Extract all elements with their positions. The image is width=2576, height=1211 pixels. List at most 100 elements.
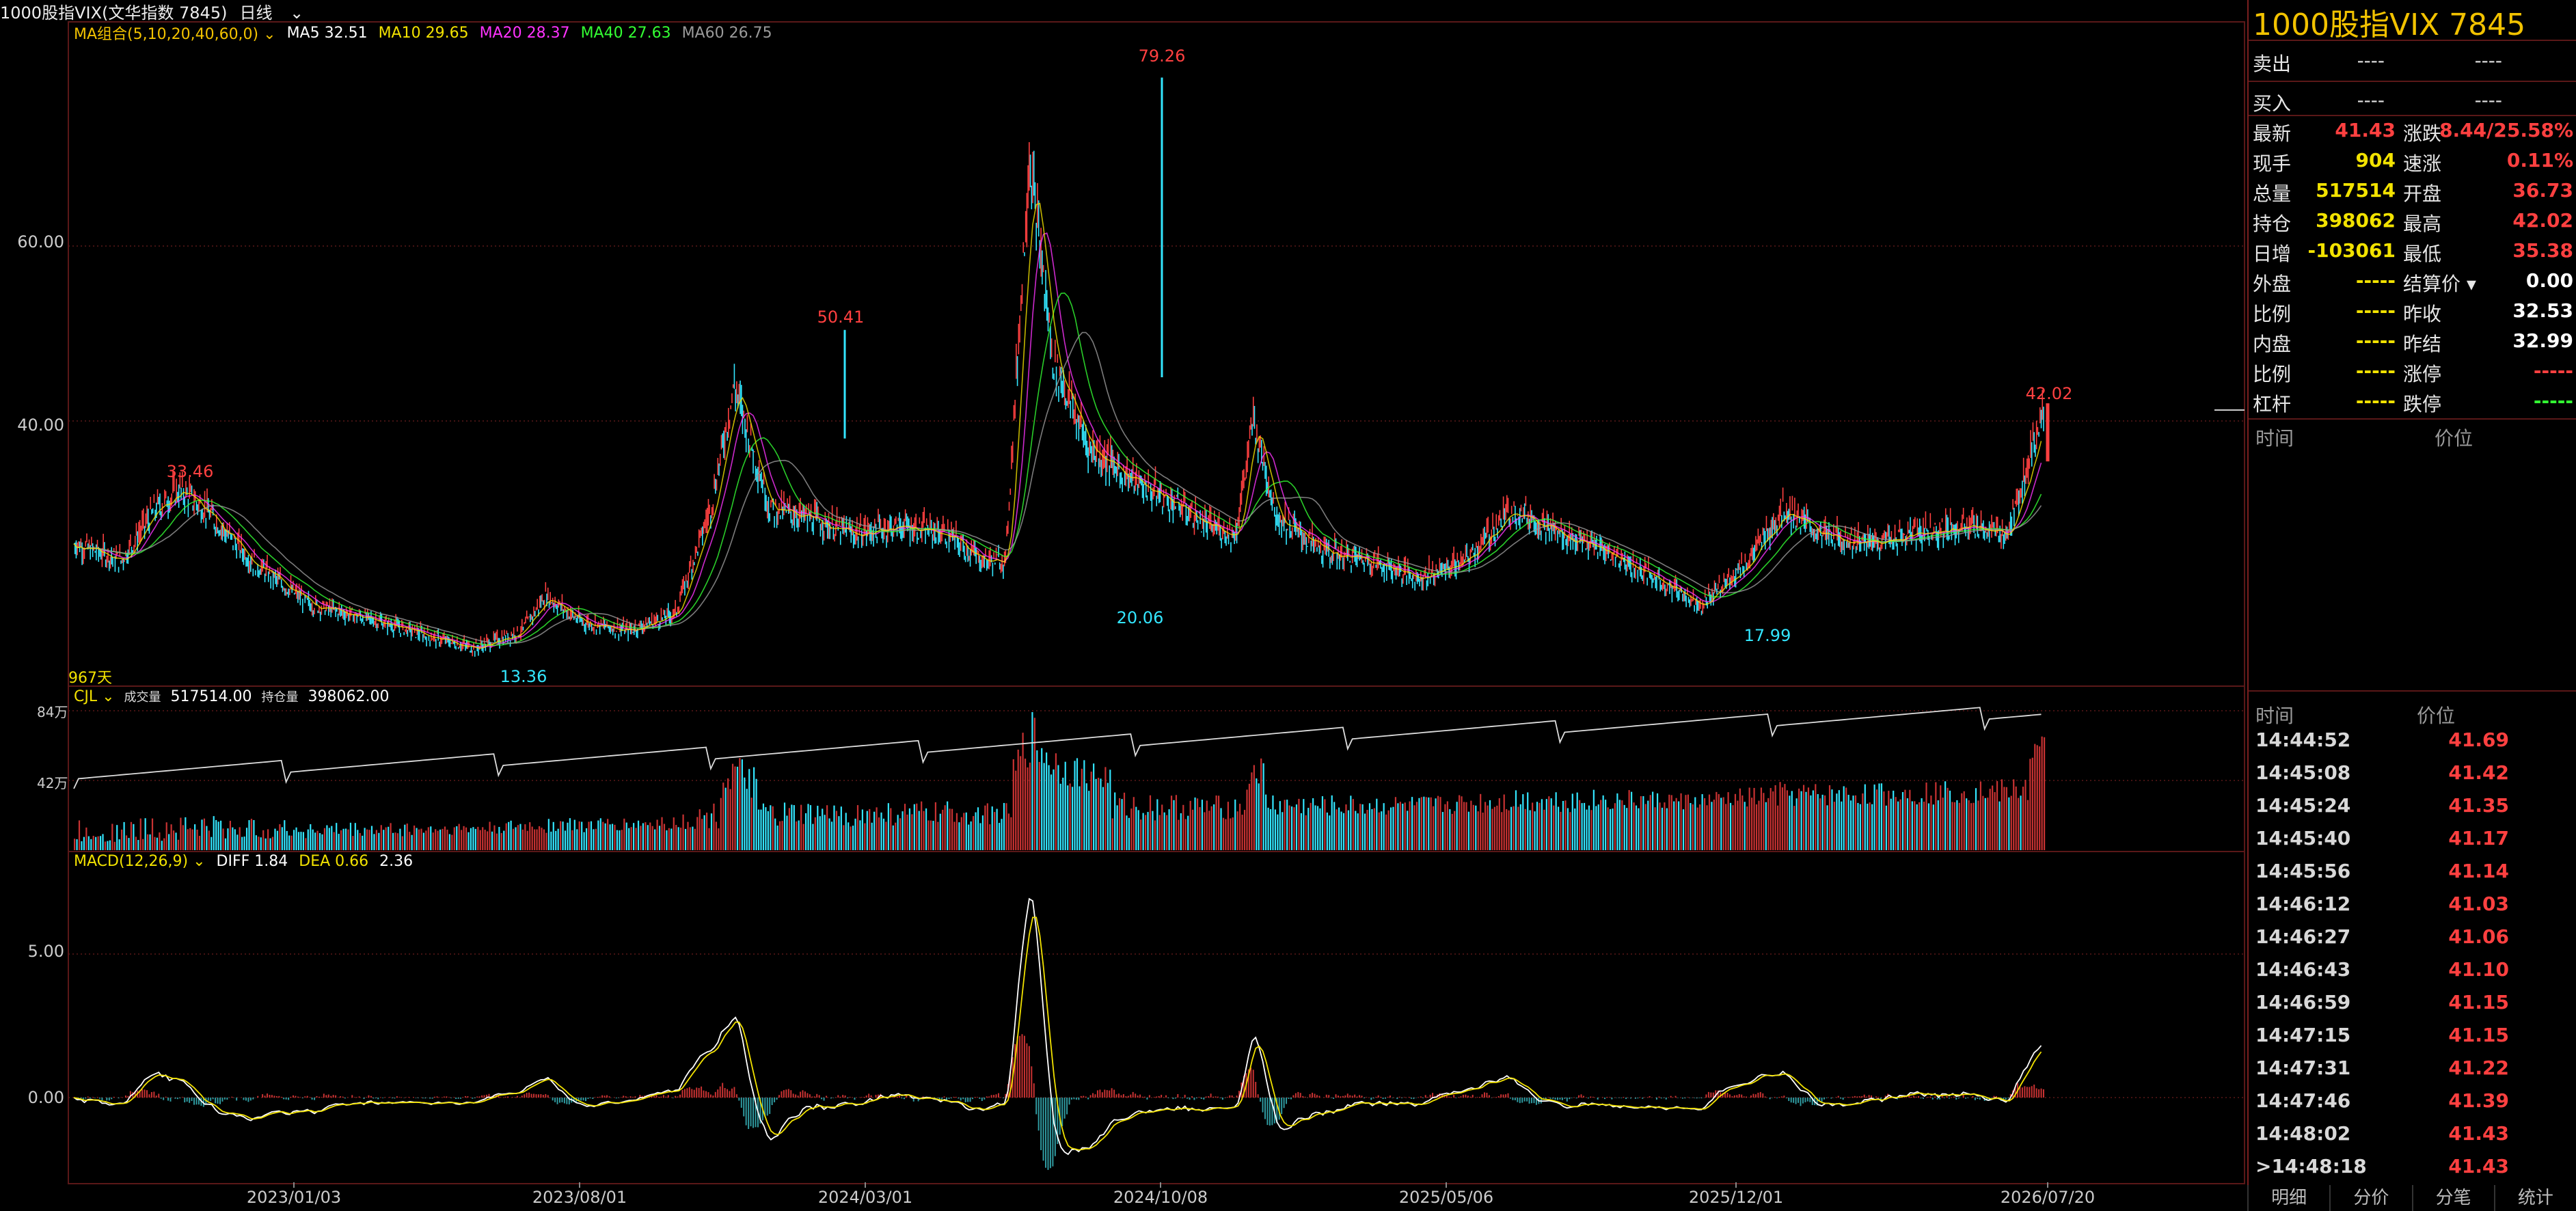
volume-bar xyxy=(1737,800,1739,850)
volume-bar xyxy=(385,827,387,850)
tab-统计[interactable]: 统计 xyxy=(2493,1185,2576,1211)
volume-bar xyxy=(788,808,791,850)
volume-axis-42: 42万 xyxy=(37,775,68,791)
volume-bar xyxy=(1232,817,1234,850)
tick-row[interactable]: 14:44:52 41.69 xyxy=(2249,729,2576,761)
volume-bar xyxy=(642,823,645,850)
tick-row[interactable]: 14:45:24 41.35 xyxy=(2249,794,2576,827)
tick-row[interactable]: 14:46:12 41.03 xyxy=(2249,893,2576,925)
volume-bar xyxy=(1192,809,1194,850)
tick-row[interactable]: 14:47:31 41.22 xyxy=(2249,1057,2576,1089)
volume-bar xyxy=(791,804,793,850)
ma-group-selector[interactable]: MA组合(5,10,20,40,60,0) ⌄ xyxy=(74,22,276,44)
volume-bar xyxy=(1864,784,1866,850)
volume-bar xyxy=(543,829,545,850)
tab-分价[interactable]: 分价 xyxy=(2329,1185,2411,1211)
volume-bar xyxy=(99,836,102,850)
volume-bar xyxy=(1791,791,1793,850)
price-axis-label-40: 40.00 xyxy=(17,416,64,435)
volume-bar xyxy=(977,807,979,850)
volume-bar xyxy=(1605,800,1607,850)
volume-bar xyxy=(432,832,434,850)
volume-bar xyxy=(1389,807,1392,850)
volume-bar xyxy=(654,829,656,850)
volume-bar xyxy=(404,824,406,850)
macd-indicator-name[interactable]: MACD(12,26,9) ⌄ xyxy=(74,853,206,870)
volume-bar xyxy=(1869,802,1871,850)
tick-row[interactable]: 14:47:46 41.39 xyxy=(2249,1089,2576,1122)
volume-bar xyxy=(647,825,649,850)
tick-row[interactable]: 14:46:27 41.06 xyxy=(2249,925,2576,958)
chart-frame xyxy=(68,21,2245,1184)
volume-bar xyxy=(1104,767,1107,850)
volume-bar xyxy=(718,828,720,850)
tick-row[interactable]: 14:45:40 41.17 xyxy=(2249,827,2576,860)
chevron-down-icon: ⌄ xyxy=(193,853,206,870)
volume-bar xyxy=(1303,799,1305,850)
volume-bar xyxy=(1746,806,1748,850)
volume-bar xyxy=(92,836,94,850)
volume-bar xyxy=(611,824,614,850)
volume-bar xyxy=(1588,805,1590,850)
volume-bar xyxy=(817,806,819,850)
volume-bar xyxy=(986,803,988,850)
volume-bar xyxy=(963,813,965,850)
volume-bar xyxy=(1215,795,1217,850)
volume-bar xyxy=(1612,808,1614,850)
volume-bar xyxy=(916,803,918,850)
volume-bar xyxy=(1314,805,1316,850)
volume-bar xyxy=(1046,752,1048,850)
tick-row[interactable]: 14:48:02 41.43 xyxy=(2249,1122,2576,1155)
volume-bar xyxy=(1409,801,1411,850)
kline-chart-area[interactable]: 1000股指VIX(文华指数 7845) 日线 ⌄ MA组合(5,10,20,4… xyxy=(0,0,2247,1211)
tick-row[interactable]: 14:45:08 41.42 xyxy=(2249,761,2576,794)
volume-bar xyxy=(828,818,830,850)
tab-明细[interactable]: 明细 xyxy=(2247,1185,2329,1211)
volume-bar xyxy=(2015,786,2017,850)
volume-bar xyxy=(482,827,484,850)
tick-row[interactable]: >14:48:18 41.43 xyxy=(2249,1155,2576,1188)
volume-bar xyxy=(392,832,394,850)
volume-bar xyxy=(180,817,182,850)
volume-bar xyxy=(1449,809,1451,850)
chart-title[interactable]: 1000股指VIX(文华指数 7845) xyxy=(0,0,227,23)
period-selector[interactable]: 日线 ⌄ xyxy=(239,0,316,23)
volume-bar xyxy=(1290,806,1293,850)
volume-bar xyxy=(519,824,521,850)
volume-bar xyxy=(352,836,354,850)
volume-bar xyxy=(1703,798,1706,850)
volume-bar xyxy=(1415,802,1418,850)
volume-bar xyxy=(1937,800,1939,850)
volume-bar xyxy=(1932,804,1934,850)
volume-bar xyxy=(1454,811,1456,850)
volume-bar xyxy=(1383,803,1385,850)
volume-bar xyxy=(416,828,418,850)
volume-bar xyxy=(1517,806,1519,850)
tick-row[interactable]: 14:46:59 41.15 xyxy=(2249,991,2576,1024)
tick-row[interactable]: 14:46:43 41.10 xyxy=(2249,958,2576,991)
volume-bar xyxy=(2039,746,2041,850)
ma-legend-item: MA40 27.63 xyxy=(580,24,671,42)
volume-bar xyxy=(1404,802,1406,850)
tab-分笔[interactable]: 分笔 xyxy=(2411,1185,2494,1211)
volume-bar xyxy=(1482,813,1484,850)
peak-label-2022: 33.46 xyxy=(166,462,214,481)
volume-bar xyxy=(1685,795,1687,850)
volume-bar xyxy=(1331,795,1333,850)
volume-indicator-name[interactable]: CJL ⌄ xyxy=(74,688,115,705)
tick-row[interactable]: 14:47:15 41.15 xyxy=(2249,1024,2576,1057)
volume-bar xyxy=(724,787,727,850)
volume-bar xyxy=(1071,787,1074,850)
volume-bar xyxy=(1286,800,1288,850)
volume-bar xyxy=(420,828,422,850)
volume-bar xyxy=(338,834,340,850)
volume-bar xyxy=(1022,733,1024,850)
volume-bar xyxy=(689,827,692,850)
volume-bar xyxy=(1284,800,1286,850)
volume-bar xyxy=(1130,808,1133,850)
volume-bar xyxy=(953,821,955,850)
tick-row[interactable]: 14:45:56 41.14 xyxy=(2249,860,2576,893)
kline-chart-svg[interactable] xyxy=(0,0,2247,1211)
volume-bar xyxy=(880,812,882,850)
volume-bar xyxy=(1659,802,1661,850)
